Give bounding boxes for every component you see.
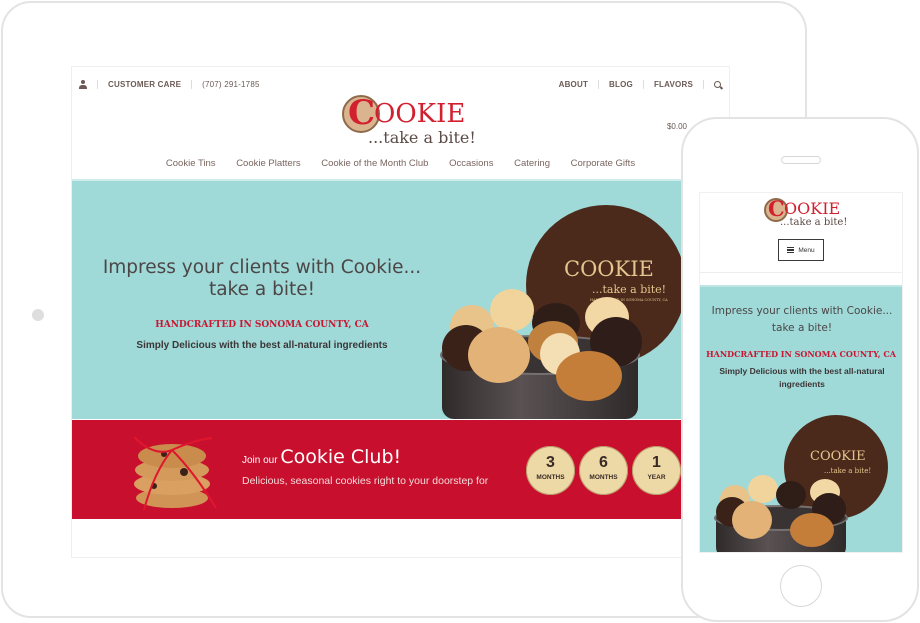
hero-headline: Impress your clients with Cookie... take… (102, 257, 422, 300)
club-heading: Join our Cookie Club! (242, 446, 401, 468)
blog-link[interactable]: BLOG (609, 80, 633, 89)
flavors-link[interactable]: FLAVORS (654, 80, 693, 89)
tablet-screen: CUSTOMER CARE (707) 291-1785 ABOUT BLOG … (71, 66, 730, 558)
option-unit: YEAR (647, 474, 666, 481)
cookie-image (468, 327, 530, 383)
separator (97, 80, 98, 89)
cookie-image (490, 289, 534, 331)
tin-logo-word: COOKIE (564, 257, 654, 281)
separator (598, 80, 600, 89)
tin-logo-tagline: ...take a bite! (824, 467, 872, 475)
nav-corporate-gifts[interactable]: Corporate Gifts (571, 158, 635, 169)
nav-cookie-tins[interactable]: Cookie Tins (166, 158, 216, 169)
logo-tagline: ...take a bite! (780, 217, 848, 228)
main-nav: Cookie Tins Cookie Platters Cookie of th… (72, 158, 729, 169)
menu-label: Menu (798, 246, 815, 254)
search-icon[interactable] (714, 81, 721, 88)
nav-cookie-platters[interactable]: Cookie Platters (236, 158, 300, 169)
option-number: 6 (599, 454, 608, 471)
phone-screen: C OOKIE ...take a bite! Menu Impress you… (699, 192, 903, 553)
logo-tagline: ...take a bite! (368, 128, 476, 147)
hero-subhead: HANDCRAFTED IN SONOMA COUNTY, CA (155, 320, 369, 330)
nav-catering[interactable]: Catering (514, 158, 550, 169)
phone-hero-banner[interactable]: Impress your clients with Cookie... take… (700, 285, 902, 552)
separator (642, 80, 644, 89)
user-icon[interactable] (79, 80, 87, 89)
phone-speaker (781, 156, 821, 164)
phone-cookie-tin-image: COOKIE ...take a bite! (714, 415, 890, 552)
tin-logo-word: COOKIE (810, 449, 866, 464)
logo-word: OOKIE (784, 199, 841, 218)
tin-logo-tagline: ...take a bite! (592, 283, 667, 296)
hamburger-icon (787, 247, 795, 253)
option-number: 3 (546, 454, 555, 471)
cookie-image (748, 475, 778, 503)
separator (191, 80, 193, 89)
hero-text: Simply Delicious with the best all-natur… (136, 340, 388, 351)
customer-care-link[interactable]: CUSTOMER CARE (108, 80, 181, 89)
cookie-image (732, 501, 772, 539)
club-option-3-months[interactable]: 3 MONTHS (526, 446, 575, 495)
tablet-camera (32, 309, 44, 321)
phone-home-button[interactable] (780, 565, 822, 607)
divider (700, 272, 902, 273)
menu-button[interactable]: Menu (778, 239, 824, 261)
club-description: Delicious, seasonal cookies right to you… (242, 475, 489, 487)
club-heading-title: Cookie Club! (280, 446, 402, 468)
phone-site-logo[interactable]: C OOKIE ...take a bite! (764, 195, 848, 235)
nav-cookie-of-the-month-club[interactable]: Cookie of the Month Club (321, 158, 428, 169)
phone-number[interactable]: (707) 291-1785 (202, 80, 260, 89)
cookie-club-banner[interactable]: Join our Cookie Club! Delicious, seasona… (72, 420, 729, 519)
cookie-tin-image: COOKIE ...take a bite! HANDCRAFTED IN SO… (440, 205, 686, 419)
option-unit: MONTHS (536, 474, 565, 481)
club-option-6-months[interactable]: 6 MONTHS (579, 446, 628, 495)
cookie-image (556, 351, 622, 401)
phone-hero-headline: Impress your clients with Cookie... take… (711, 305, 893, 334)
nav-occasions[interactable]: Occasions (449, 158, 493, 169)
option-number: 1 (652, 454, 661, 471)
hero-banner[interactable]: Impress your clients with Cookie... take… (72, 179, 729, 419)
cookie-image (776, 481, 806, 509)
club-heading-prefix: Join our (242, 455, 278, 466)
site-logo[interactable]: C OOKIE ...take a bite! (340, 91, 476, 149)
phone-frame: C OOKIE ...take a bite! Menu Impress you… (681, 117, 919, 622)
cookie-stack-image (133, 436, 217, 511)
logo-word: OOKIE (374, 99, 466, 129)
cookie-image (790, 513, 834, 547)
phone-hero-subhead: HANDCRAFTED IN SONOMA COUNTY, CA (706, 349, 896, 359)
cart-total[interactable]: $0.00 (667, 122, 687, 131)
about-link[interactable]: ABOUT (559, 80, 588, 89)
option-unit: MONTHS (589, 474, 618, 481)
phone-hero-text: Simply Delicious with the best all-natur… (719, 366, 885, 389)
logo-letter-c: C (348, 93, 376, 133)
club-option-1-year[interactable]: 1 YEAR (632, 446, 681, 495)
separator (703, 80, 704, 89)
